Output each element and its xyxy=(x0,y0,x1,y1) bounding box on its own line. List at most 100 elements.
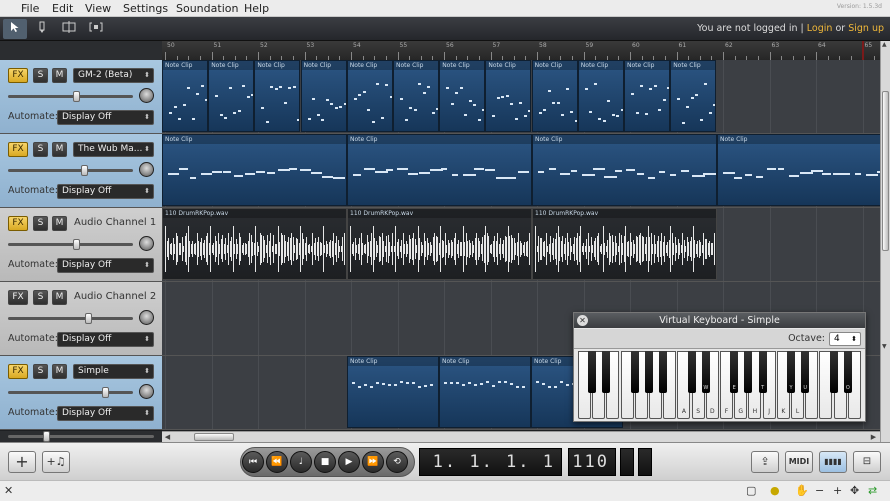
vertical-scrollbar[interactable]: ▲ ▼ xyxy=(880,41,890,442)
add-track-button[interactable]: + xyxy=(8,451,36,473)
piano-black-key[interactable] xyxy=(687,351,696,393)
instrument-select[interactable]: The Wub Ma... ⬍ xyxy=(73,142,154,157)
menu-file[interactable]: File xyxy=(21,2,39,15)
timeline-ruler[interactable]: 50 51 52 53 54 55 56 57 58 59 60 61 62 63 64 65 xyxy=(162,41,887,60)
piano-black-key[interactable] xyxy=(588,351,597,393)
add-instrument-track-button[interactable]: +♫ xyxy=(42,451,70,473)
pan-knob[interactable] xyxy=(139,310,154,325)
track-header[interactable]: FX S M Audio Channel 2 Automate: Display… xyxy=(0,282,162,356)
pan-knob[interactable] xyxy=(139,384,154,399)
pointer-tool-icon[interactable] xyxy=(3,19,27,39)
solo-button[interactable]: S xyxy=(33,68,48,83)
instrument-select[interactable]: GM-2 (Beta) ⬍ xyxy=(73,68,154,83)
midi-icon[interactable]: MIDI xyxy=(785,451,813,473)
fx-button[interactable]: FX xyxy=(8,142,28,157)
audio-clip[interactable]: 110 DrumRKPop.wav xyxy=(532,208,717,280)
mute-button[interactable]: M xyxy=(52,68,67,83)
sync-icon[interactable]: ⇄ xyxy=(868,484,877,497)
automate-select[interactable]: Display Off ⬍ xyxy=(57,332,154,347)
track-header[interactable]: FX S M GM-2 (Beta) ⬍ Automate: Display Of… xyxy=(0,60,162,134)
play-icon[interactable]: ▶ xyxy=(338,451,360,473)
split-tool-icon[interactable] xyxy=(57,19,81,39)
horizontal-scrollbar[interactable]: ◀ ▶ xyxy=(162,431,880,442)
note-clip[interactable]: Note Clip xyxy=(670,60,717,132)
track-header[interactable]: FX S M The Wub Ma... ⬍ Automate: Display … xyxy=(0,134,162,208)
zoom-slider[interactable] xyxy=(8,431,154,442)
piano-black-key[interactable] xyxy=(645,351,653,393)
hand-icon[interactable]: ✋ xyxy=(795,484,809,497)
export-icon[interactable]: ⇪ xyxy=(751,451,779,473)
track-lane[interactable]: 110 DrumRKPop.wav 110 DrumRKPop.wav 110 Dr… xyxy=(162,208,880,282)
loop-icon[interactable]: ⟲ xyxy=(386,451,408,473)
menu-help[interactable]: Help xyxy=(244,2,269,15)
track-lane[interactable]: Note Clip Note Clip Note Clip Note Clip Note… xyxy=(162,60,880,134)
volume-slider[interactable] xyxy=(8,387,133,398)
zoom-slider-thumb[interactable] xyxy=(43,431,50,442)
piano-black-key[interactable]: U xyxy=(801,351,810,393)
scroll-up-icon[interactable]: ▲ xyxy=(882,41,887,48)
audio-clip[interactable]: 110 DrumRKPop.wav xyxy=(162,208,347,280)
volume-slider-thumb[interactable] xyxy=(73,239,80,250)
scroll-right-icon[interactable]: ▶ xyxy=(869,433,878,441)
audio-clip[interactable]: 110 DrumRKPop.wav xyxy=(347,208,532,280)
virtual-keyboard-title[interactable]: Virtual Keyboard - Simple xyxy=(574,313,865,328)
signup-link[interactable]: Sign up xyxy=(848,23,884,34)
note-clip[interactable]: Note Clip xyxy=(162,134,347,206)
stop-icon[interactable]: ■ xyxy=(314,451,336,473)
track-header[interactable]: FX S M Audio Channel 1 Automate: Display… xyxy=(0,208,162,282)
track-name[interactable]: Audio Channel 1 xyxy=(74,217,156,228)
metronome-icon[interactable]: ♩ xyxy=(290,451,312,473)
piano-black-key[interactable] xyxy=(630,351,639,393)
note-clip[interactable]: Note Clip xyxy=(393,60,439,132)
fx-button[interactable]: FX xyxy=(8,68,28,83)
track-name[interactable]: Audio Channel 2 xyxy=(74,291,156,302)
note-clip[interactable]: Note Clip xyxy=(254,60,301,132)
note-clip[interactable]: Note Clip xyxy=(300,60,347,132)
mixer-icon[interactable]: ⊟ xyxy=(853,451,881,473)
automate-select[interactable]: Display Off ⬍ xyxy=(57,258,154,273)
volume-slider-thumb[interactable] xyxy=(73,91,80,102)
volume-slider-thumb[interactable] xyxy=(102,387,109,398)
note-clip[interactable]: Note Clip xyxy=(439,60,486,132)
track-lane[interactable]: Note Clip Note Clip Note Clip Note Clip xyxy=(162,134,880,208)
piano-black-key[interactable] xyxy=(829,351,838,393)
menu-soundation[interactable]: Soundation xyxy=(176,2,238,15)
zoom-out-icon[interactable]: − xyxy=(815,484,824,497)
note-clip[interactable]: Note Clip xyxy=(485,60,532,132)
menu-view[interactable]: View xyxy=(85,2,111,15)
fast-forward-icon[interactable]: ⏩ xyxy=(362,451,384,473)
solo-button[interactable]: S xyxy=(33,364,48,379)
instrument-select[interactable]: Simple ⬍ xyxy=(73,364,154,379)
rewind-icon[interactable]: ⏪ xyxy=(266,451,288,473)
mute-button[interactable]: M xyxy=(52,290,67,305)
scroll-left-icon[interactable]: ◀ xyxy=(163,433,172,441)
piano-black-key[interactable] xyxy=(744,351,753,393)
pan-knob[interactable] xyxy=(139,162,154,177)
note-clip[interactable]: Note Clip xyxy=(347,134,532,206)
mute-button[interactable]: M xyxy=(52,364,67,379)
note-clip[interactable]: Note Clip xyxy=(346,60,393,132)
automate-select[interactable]: Display Off ⬍ xyxy=(57,184,154,199)
note-clip[interactable]: Note Clip xyxy=(439,356,531,428)
note-clip[interactable]: Note Clip xyxy=(717,134,880,206)
login-link[interactable]: Login xyxy=(807,23,833,34)
close-tab-icon[interactable]: ✕ xyxy=(4,484,13,497)
volume-slider[interactable] xyxy=(8,165,133,176)
tempo-display[interactable]: 110 xyxy=(568,448,616,476)
volume-slider[interactable] xyxy=(8,91,133,102)
zoom-in-icon[interactable]: + xyxy=(833,484,842,497)
vertical-scroll-thumb[interactable] xyxy=(882,91,889,251)
volume-slider-thumb[interactable] xyxy=(85,313,92,324)
virtual-keyboard-toggle-icon[interactable]: ▮▮▮▮ xyxy=(819,451,847,473)
volume-slider[interactable] xyxy=(8,239,133,250)
menu-settings[interactable]: Settings xyxy=(123,2,168,15)
piano-black-key[interactable]: T xyxy=(758,351,767,393)
fx-button[interactable]: FX xyxy=(8,364,28,379)
volume-slider[interactable] xyxy=(8,313,133,324)
volume-slider-thumb[interactable] xyxy=(81,165,88,176)
fx-button[interactable]: FX xyxy=(8,290,28,305)
note-clip[interactable]: Note Clip xyxy=(531,60,578,132)
note-clip[interactable]: Note Clip xyxy=(532,134,717,206)
playhead-marker[interactable] xyxy=(862,41,864,60)
note-clip[interactable]: Note Clip xyxy=(208,60,255,132)
